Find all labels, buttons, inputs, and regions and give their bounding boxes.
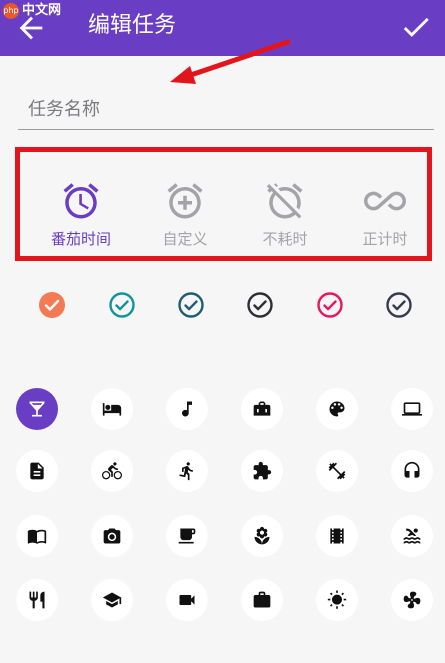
timer-mode-count-up[interactable]: 正计时 — [335, 180, 435, 256]
laptop-icon — [402, 402, 422, 416]
graduation-cap-icon — [102, 592, 122, 608]
icon-option-swim[interactable] — [391, 515, 433, 557]
icon-option-video[interactable] — [166, 579, 208, 621]
watermark-badge: php — [3, 3, 19, 19]
restaurant-icon — [29, 591, 45, 609]
icon-option-restaurant[interactable] — [16, 579, 58, 621]
annotation-arrow — [170, 39, 291, 84]
flower-icon — [254, 526, 270, 545]
color-option-charcoal[interactable] — [246, 291, 274, 319]
film-icon — [330, 528, 344, 544]
pinwheel-icon — [403, 591, 421, 609]
camera-icon — [103, 528, 121, 544]
color-option-navy[interactable] — [385, 291, 413, 319]
icon-option-headphones[interactable] — [391, 450, 433, 492]
icon-option-bike[interactable] — [91, 450, 133, 492]
sun-icon — [327, 590, 347, 609]
icon-option-coffee[interactable] — [166, 515, 208, 557]
icon-option-fitness[interactable] — [316, 450, 358, 492]
icon-option-sun[interactable] — [316, 579, 358, 621]
check-circle-outline-icon — [386, 292, 412, 318]
icon-option-flower[interactable] — [241, 515, 283, 557]
run-icon — [179, 462, 193, 481]
alarm-off-icon — [266, 183, 303, 219]
coffee-icon — [178, 528, 196, 544]
headphones-icon — [404, 461, 420, 478]
infinity-icon — [364, 191, 406, 211]
confirm-button[interactable] — [399, 10, 433, 44]
work-bag-icon — [253, 591, 271, 608]
icon-option-laptop[interactable] — [391, 388, 433, 430]
swimming-icon — [403, 528, 421, 544]
bike-icon — [102, 462, 122, 480]
color-option-pink[interactable] — [316, 291, 344, 319]
check-circle-outline-icon — [109, 292, 135, 318]
timer-mode-label: 番茄时间 — [50, 230, 111, 248]
document-icon — [30, 462, 44, 480]
bed-icon — [102, 403, 122, 416]
check-circle-filled-icon — [39, 292, 65, 318]
timer-mode-label: 自定义 — [162, 230, 208, 248]
palette-icon — [329, 401, 345, 417]
color-option-dark-teal[interactable] — [177, 291, 205, 319]
alarm-add-icon — [167, 183, 203, 219]
music-note-icon — [182, 401, 192, 417]
timer-mode-no-time[interactable]: 不耗时 — [235, 180, 335, 256]
videocam-icon — [179, 595, 195, 605]
briefcase-icon — [253, 401, 271, 416]
watermark: php 中文网 — [0, 0, 86, 22]
dumbbell-icon — [328, 462, 346, 480]
color-option-teal[interactable] — [108, 291, 136, 319]
check-circle-outline-icon — [247, 292, 273, 318]
icon-option-cocktail[interactable] — [16, 388, 58, 430]
check-circle-outline-icon — [178, 292, 204, 318]
icon-option-puzzle[interactable] — [241, 450, 283, 492]
icon-option-pinwheel[interactable] — [391, 579, 433, 621]
icon-option-run[interactable] — [166, 450, 208, 492]
icon-option-school[interactable] — [91, 579, 133, 621]
color-option-coral[interactable] — [38, 291, 66, 319]
icon-option-bed[interactable] — [91, 388, 133, 430]
timer-mode-pomodoro[interactable]: 番茄时间 — [31, 180, 131, 256]
icon-option-music[interactable] — [166, 388, 208, 430]
watermark-text: 中文网 — [22, 3, 62, 18]
timer-mode-group: 番茄时间 自定义 不耗时 正计时 — [15, 147, 432, 261]
cocktail-icon — [29, 401, 45, 417]
icon-option-document[interactable] — [16, 450, 58, 492]
timer-mode-label: 正计时 — [362, 230, 408, 248]
icon-option-camera[interactable] — [91, 515, 133, 557]
icon-option-toolbox[interactable] — [241, 388, 283, 430]
puzzle-icon — [253, 461, 272, 480]
icon-option-book[interactable] — [16, 515, 58, 557]
icon-option-palette[interactable] — [316, 388, 358, 430]
icon-option-film[interactable] — [316, 515, 358, 557]
book-icon — [27, 529, 47, 544]
timer-mode-label: 不耗时 — [262, 230, 308, 248]
alarm-clock-icon — [63, 183, 99, 219]
check-icon — [403, 17, 429, 37]
task-name-input[interactable] — [18, 90, 434, 130]
icon-option-work[interactable] — [241, 579, 283, 621]
timer-mode-custom[interactable]: 自定义 — [135, 180, 235, 256]
check-circle-outline-icon — [317, 292, 343, 318]
